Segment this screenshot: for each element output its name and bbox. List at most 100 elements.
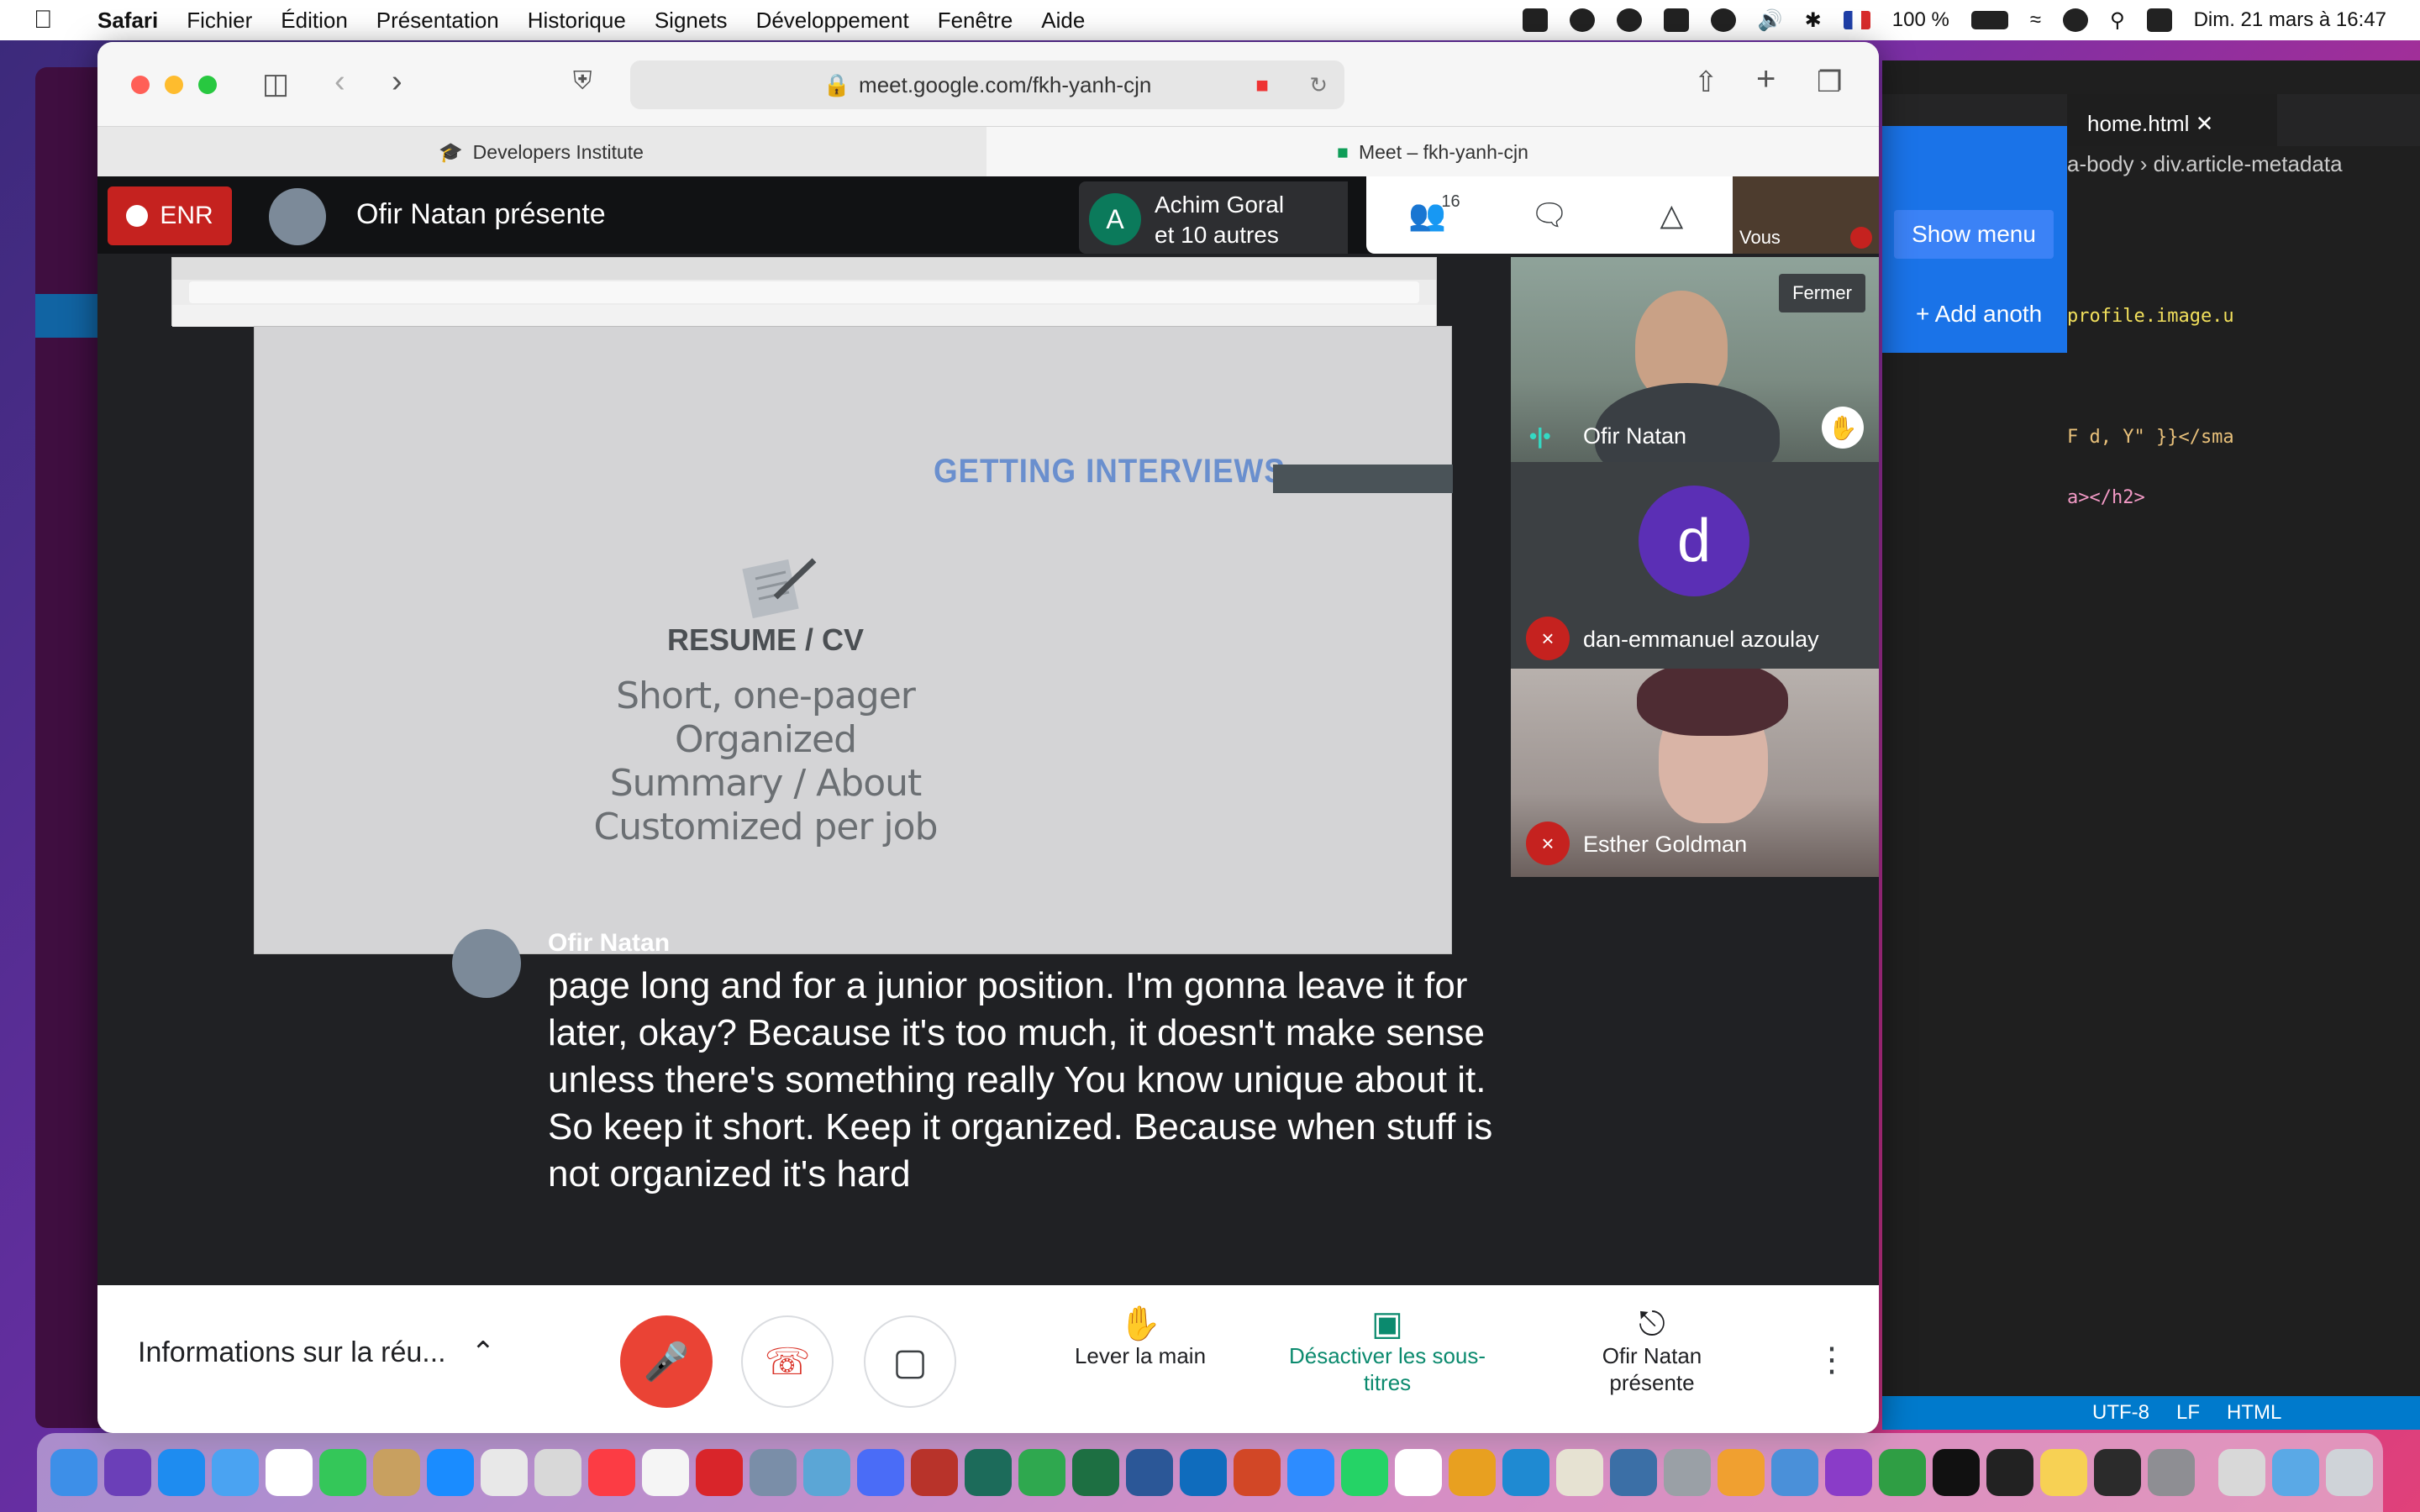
active-speakers-chip[interactable]: A Achim Goral et 10 autres xyxy=(1079,181,1348,254)
mk-icon[interactable] xyxy=(1616,8,1642,32)
close-window-button[interactable] xyxy=(131,76,150,94)
participant-tile-esther[interactable]: × Esther Goldman xyxy=(1511,669,1879,877)
font-book-icon[interactable] xyxy=(534,1449,581,1496)
status-eol[interactable]: LF xyxy=(2176,1401,2200,1425)
control-center-icon[interactable] xyxy=(2146,8,2172,32)
breadcrumb-item[interactable]: a-body xyxy=(2067,151,2134,176)
meeting-details-button[interactable]: Informations sur la réu... ⌃ xyxy=(138,1336,495,1369)
new-tab-icon[interactable]: + xyxy=(1756,60,1776,98)
address-bar[interactable]: 🔒 meet.google.com/fkh-yanh-cjn ■ ↻ xyxy=(630,60,1344,109)
outlook-icon[interactable] xyxy=(1180,1449,1227,1496)
menu-presentation[interactable]: Présentation xyxy=(376,8,499,34)
zoom-window-button[interactable] xyxy=(198,76,217,94)
bluetooth-icon[interactable]: ✱ xyxy=(1805,8,1822,33)
activities-button[interactable]: △ xyxy=(1642,197,1701,233)
breadcrumb-item[interactable]: div.article-metadata xyxy=(2154,151,2343,176)
sublime-icon[interactable] xyxy=(1449,1449,1496,1496)
reload-icon[interactable]: ↻ xyxy=(1309,72,1328,98)
pdf-app-icon[interactable] xyxy=(696,1449,743,1496)
database-icon[interactable] xyxy=(1664,1449,1711,1496)
menu-clock[interactable]: Dim. 21 mars à 16:47 xyxy=(2194,8,2386,32)
preview-icon[interactable] xyxy=(750,1449,797,1496)
status-encoding[interactable]: UTF-8 xyxy=(2092,1401,2149,1425)
time-machine-app-icon[interactable] xyxy=(965,1449,1012,1496)
present-button[interactable]: ⎋ Ofir Natan présente xyxy=(1560,1307,1744,1396)
recording-badge[interactable]: ENR xyxy=(108,186,232,245)
camera-in-use-icon[interactable]: ■ xyxy=(1255,72,1269,98)
code-line[interactable]: a></h2> xyxy=(2067,487,2145,508)
microphone-button[interactable]: 🎤 xyxy=(620,1315,713,1408)
menu-developpement[interactable]: Développement xyxy=(756,8,909,34)
terminal-icon[interactable] xyxy=(2094,1449,2141,1496)
whatsapp-icon[interactable] xyxy=(1341,1449,1388,1496)
code-line[interactable]: F d, Y" }}</sma xyxy=(2067,427,2234,448)
raise-hand-button[interactable]: ✋ Lever la main xyxy=(1060,1307,1220,1369)
tab-meet[interactable]: ■ Meet – fkh-yanh-cjn xyxy=(986,127,1879,177)
notes-icon[interactable] xyxy=(2040,1449,2087,1496)
forward-icon[interactable]: › xyxy=(392,64,402,100)
vscode-icon[interactable] xyxy=(1502,1449,1549,1496)
status-language[interactable]: HTML xyxy=(2227,1401,2281,1425)
messages-icon[interactable] xyxy=(319,1449,366,1496)
tab-developers-institute[interactable]: 🎓 Developers Institute xyxy=(97,127,985,177)
code-line[interactable]: profile.image.u xyxy=(2067,306,2234,327)
menu-signets[interactable]: Signets xyxy=(655,8,728,34)
finder-icon[interactable] xyxy=(50,1449,97,1496)
dictionary-icon[interactable] xyxy=(911,1449,958,1496)
gear-icon[interactable] xyxy=(1710,8,1736,32)
chrome-icon[interactable] xyxy=(481,1449,528,1496)
participants-button[interactable]: 👥 16 xyxy=(1398,192,1460,233)
share-icon[interactable]: ⇧ xyxy=(1694,66,1718,99)
figma-icon[interactable] xyxy=(1986,1449,2033,1496)
sequel-icon[interactable] xyxy=(1556,1449,1603,1496)
volume-icon[interactable]: 🔊 xyxy=(1758,8,1783,33)
sidebar-icon[interactable]: ◫ xyxy=(262,67,289,101)
battery-percent[interactable]: 100 % xyxy=(1892,8,1949,32)
participant-tile-ofir[interactable]: Fermer •|• Ofir Natan ✋ xyxy=(1511,257,1879,462)
show-menu-button[interactable]: Show menu xyxy=(1894,210,2054,259)
time-machine-icon[interactable] xyxy=(2062,8,2088,32)
spotlight-search-icon[interactable]: ⚲ xyxy=(2110,8,2125,33)
menu-aide[interactable]: Aide xyxy=(1041,8,1085,34)
quicktime-icon[interactable] xyxy=(803,1449,850,1496)
powerpoint-icon[interactable] xyxy=(1234,1449,1281,1496)
activity-ring-icon[interactable] xyxy=(1879,1449,1926,1496)
add-another-link[interactable]: + Add anoth xyxy=(1916,301,2042,328)
chat-button[interactable]: 🗨 xyxy=(1520,197,1579,233)
close-tooltip[interactable]: Fermer xyxy=(1779,274,1865,312)
camera-status-icon[interactable] xyxy=(1522,8,1548,32)
leave-call-button[interactable]: ☏ xyxy=(741,1315,834,1408)
captions-button[interactable]: ▣ Désactiver les sous-titres xyxy=(1265,1307,1509,1396)
apple-icon[interactable]:  xyxy=(34,6,64,34)
word-icon[interactable] xyxy=(1126,1449,1173,1496)
calendar-icon[interactable] xyxy=(266,1449,313,1496)
input-source-flag-icon[interactable] xyxy=(1843,11,1870,29)
menu-edition[interactable]: Édition xyxy=(281,8,348,34)
cloud-icon[interactable] xyxy=(1663,8,1689,32)
zoom-icon[interactable] xyxy=(1287,1449,1334,1496)
siri-icon[interactable] xyxy=(104,1449,151,1496)
slack-window-edge[interactable] xyxy=(35,67,103,1428)
wifi-icon[interactable]: ≈ xyxy=(2030,8,2041,32)
system-preferences-icon[interactable] xyxy=(2148,1449,2195,1496)
privacy-shield-icon[interactable]: ⛨ xyxy=(573,67,592,96)
music-icon[interactable] xyxy=(588,1449,635,1496)
screen-record-icon[interactable] xyxy=(1569,8,1595,32)
menu-app-name[interactable]: Safari xyxy=(97,8,158,34)
trash-icon[interactable] xyxy=(2326,1449,2373,1496)
cloud-app-icon[interactable] xyxy=(1718,1449,1765,1496)
github-desktop-icon[interactable] xyxy=(1825,1449,1872,1496)
self-view-tile[interactable]: Vous xyxy=(1733,176,1879,254)
disk-icon[interactable] xyxy=(1771,1449,1818,1496)
vscode-breadcrumb[interactable]: a-body › div.article-metadata xyxy=(2067,151,2343,177)
raised-hand-icon[interactable]: ✋ xyxy=(1822,407,1864,449)
vscode-tab-home-html[interactable]: home.html ✕ xyxy=(2067,94,2277,146)
menu-fichier[interactable]: Fichier xyxy=(187,8,252,34)
contacts-icon[interactable] xyxy=(373,1449,420,1496)
camera-button[interactable]: ▢ xyxy=(864,1315,956,1408)
folder-icon[interactable] xyxy=(2272,1449,2319,1496)
tab-overview-icon[interactable]: ❐ xyxy=(1817,66,1842,99)
app-store-icon[interactable] xyxy=(158,1449,205,1496)
mail-icon[interactable] xyxy=(212,1449,259,1496)
photos-icon[interactable] xyxy=(642,1449,689,1496)
